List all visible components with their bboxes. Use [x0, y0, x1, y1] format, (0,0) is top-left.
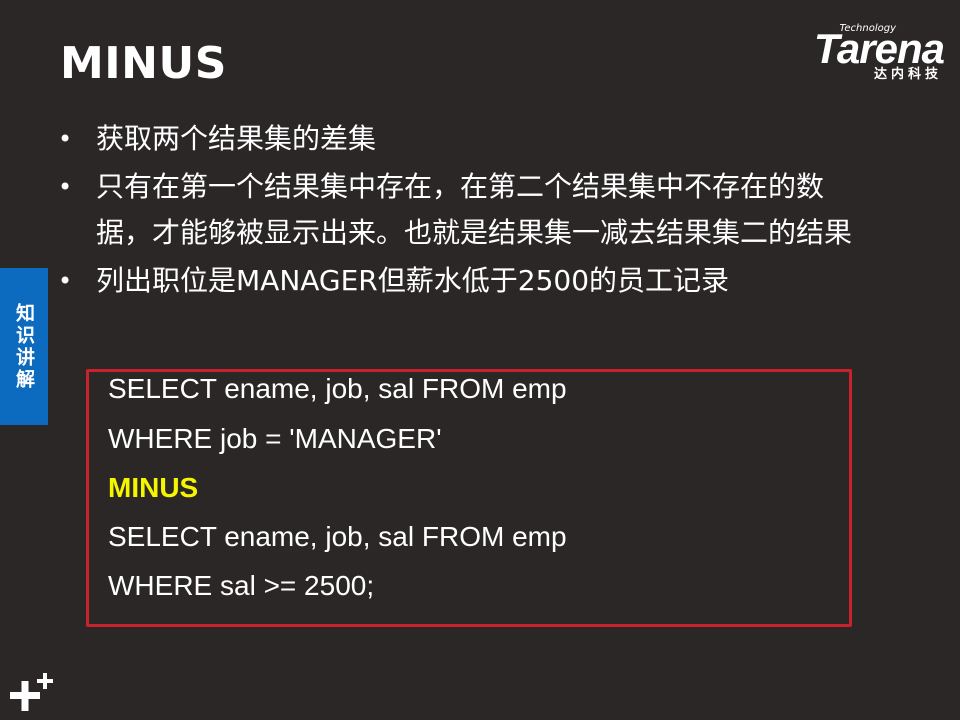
- bullet-dot-icon: •: [58, 125, 73, 153]
- sql-minus-keyword: MINUS: [108, 472, 199, 503]
- sql-code-line: SELECT ename, job, sal FROM emp: [108, 373, 567, 404]
- sql-code-line: WHERE job = 'MANAGER': [108, 423, 442, 454]
- bullet-item: • 列出职位是MANAGER但薪水低于2500的员工记录: [58, 258, 878, 304]
- bullet-item: • 获取两个结果集的差集: [58, 116, 878, 162]
- bullet-text: 只有在第一个结果集中存在，在第二个结果集中不存在的数据，才能够被显示出来。也就是…: [96, 170, 853, 249]
- bullet-text: 列出职位是MANAGER但薪水低于2500的员工记录: [96, 264, 730, 297]
- logo-subtitle-text: 达内科技: [873, 67, 942, 82]
- plus-plus-icon: [10, 673, 53, 711]
- bullet-item: • 只有在第一个结果集中存在，在第二个结果集中不存在的数据，才能够被显示出来。也…: [58, 164, 878, 256]
- tarena-logo: Technology Tarena 达内科技: [764, 24, 945, 84]
- knowledge-tab-label: 知识讲解: [13, 302, 35, 391]
- knowledge-tab: 知识讲解: [0, 268, 48, 425]
- slide-title: MINUS: [60, 38, 227, 89]
- logo-brand-text: Tarena: [813, 25, 945, 72]
- bullet-list: • 获取两个结果集的差集 • 只有在第一个结果集中存在，在第二个结果集中不存在的…: [58, 116, 878, 304]
- bullet-dot-icon: •: [58, 173, 73, 201]
- sql-code-line: SELECT ename, job, sal FROM emp: [108, 521, 567, 552]
- bullet-text: 获取两个结果集的差集: [96, 122, 377, 155]
- sql-code-box: SELECT ename, job, sal FROM emp WHERE jo…: [86, 369, 852, 627]
- sql-code-line: WHERE sal >= 2500;: [108, 570, 375, 601]
- bullet-dot-icon: •: [58, 267, 73, 295]
